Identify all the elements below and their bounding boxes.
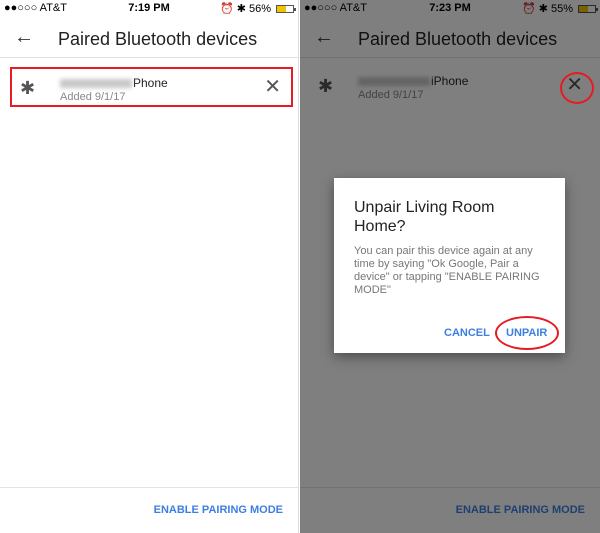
back-arrow-icon[interactable]: ← bbox=[14, 26, 34, 49]
close-icon[interactable]: ✕ bbox=[264, 77, 281, 97]
right-screenshot: ●●○○○ AT&T 7:23 PM ⏰ ✱ 55% ← Paired Blue… bbox=[300, 0, 600, 533]
bluetooth-status-icon: ✱ bbox=[236, 3, 246, 15]
battery-icon bbox=[276, 4, 296, 13]
status-right: ⏰ ✱ 56% bbox=[220, 2, 296, 15]
device-list-item[interactable]: ✱ Phone Added 9/1/17 ✕ bbox=[10, 67, 293, 107]
status-bar: ●●○○○ AT&T 7:19 PM ⏰ ✱ 56% bbox=[0, 0, 298, 18]
cancel-button[interactable]: CANCEL bbox=[444, 327, 490, 339]
dialog-title: Unpair Living Room Home? bbox=[354, 199, 495, 235]
enable-pairing-button[interactable]: ENABLE PAIRING MODE bbox=[154, 504, 283, 516]
unpair-dialog: Unpair Living Room Home? You can pair th… bbox=[334, 178, 565, 353]
page-title: Paired Bluetooth devices bbox=[58, 29, 258, 49]
unpair-button[interactable]: UNPAIR bbox=[506, 327, 547, 339]
footer: ENABLE PAIRING MODE bbox=[0, 487, 298, 533]
bluetooth-icon: ✱ bbox=[20, 78, 36, 98]
app-bar: ← Paired Bluetooth devices bbox=[0, 18, 298, 58]
blurred-name bbox=[60, 79, 132, 89]
alarm-icon: ⏰ bbox=[220, 3, 234, 15]
left-screenshot: ●●○○○ AT&T 7:19 PM ⏰ ✱ 56% ← Paired Blue… bbox=[0, 0, 299, 533]
device-name: Phone bbox=[60, 76, 168, 90]
battery-percent: 56% bbox=[248, 2, 271, 15]
device-added-date: Added 9/1/17 bbox=[60, 91, 126, 103]
dialog-body: You can pair this device again at any ti… bbox=[354, 245, 540, 296]
